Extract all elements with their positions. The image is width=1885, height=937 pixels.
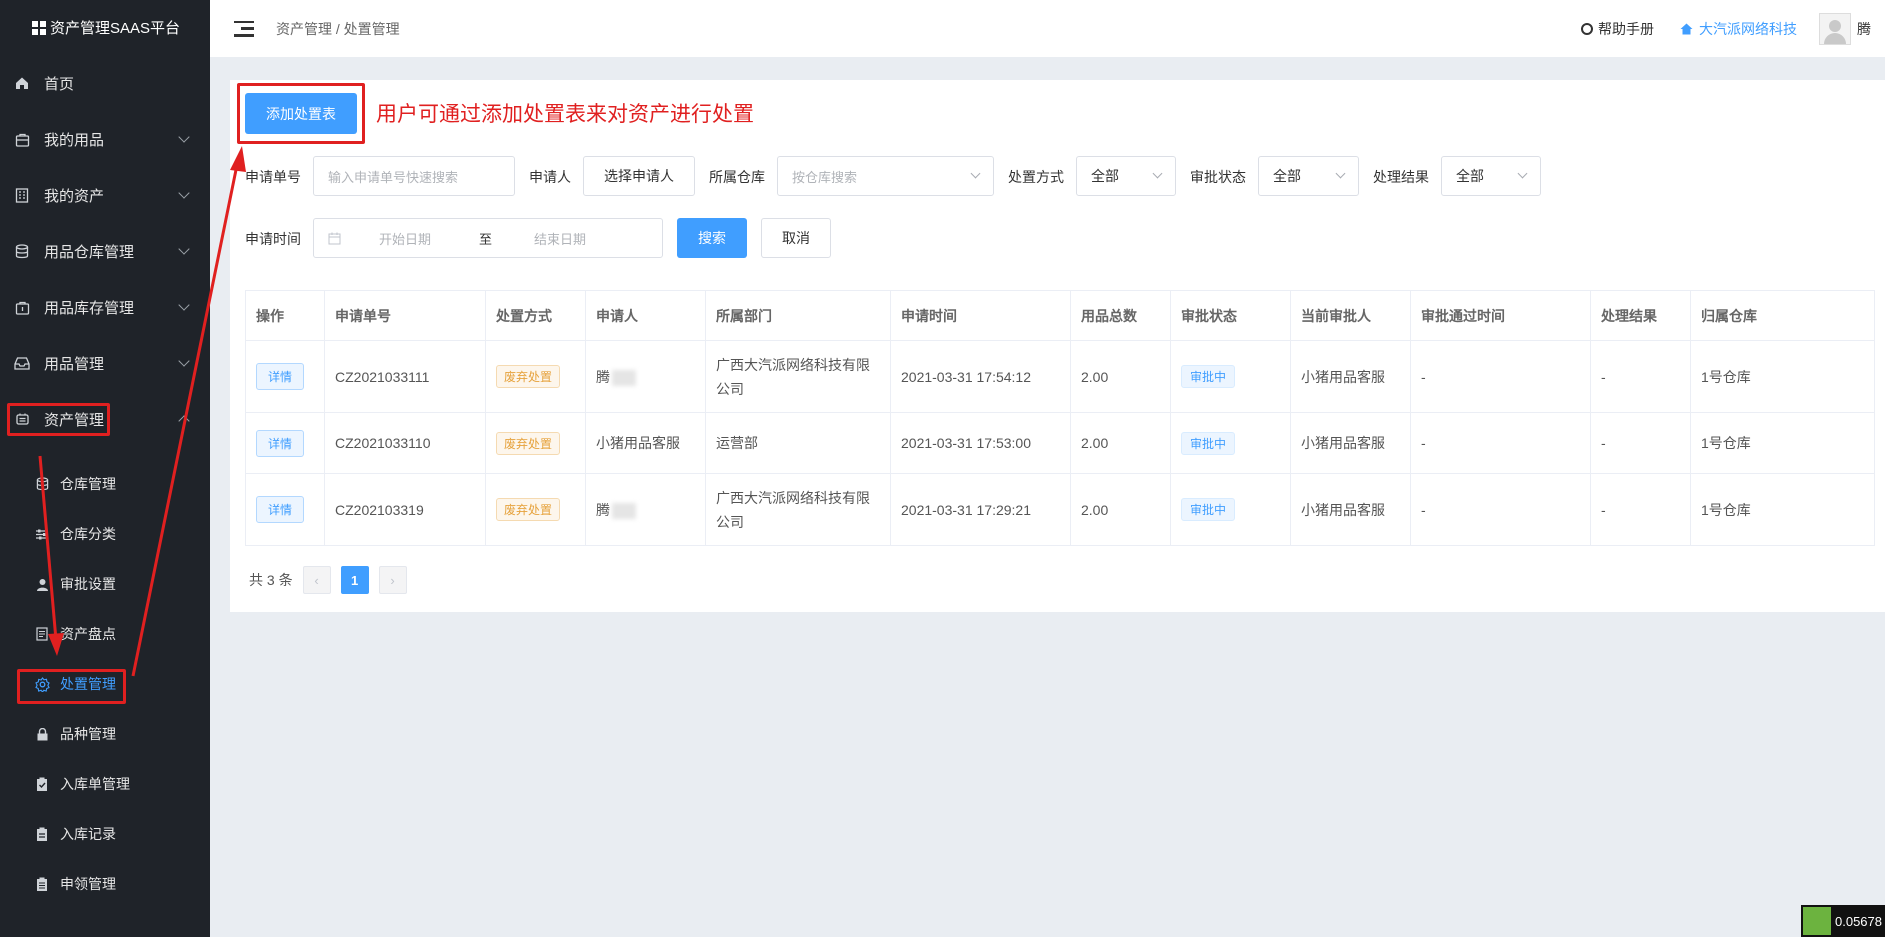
next-page-button[interactable]: › <box>378 566 407 594</box>
chevron-down-icon <box>970 168 981 179</box>
disposal-method-tag: 废弃处置 <box>496 498 561 521</box>
leaf-logo-icon <box>1803 907 1831 935</box>
page-number-button[interactable]: 1 <box>340 566 369 594</box>
column-header: 所属部门 <box>705 290 891 341</box>
pass-time-cell: - <box>1410 473 1591 546</box>
status-badge: 审批中 <box>1181 498 1236 521</box>
applicant-name: 腾 <box>596 501 610 518</box>
date-range-separator: 至 <box>479 231 493 247</box>
applicant-label: 申请人 <box>529 169 571 185</box>
order-no-input[interactable]: 输入申请单号快速搜索 <box>313 156 515 196</box>
pagination: 共 3 条 ‹ 1 › <box>249 566 407 594</box>
apply-time-cell: 2021-03-31 17:29:21 <box>890 473 1071 546</box>
table-row: 详情 CZ2021033110 废弃处置 小猪用品客服 运营部 2021-03-… <box>245 412 1875 474</box>
total-cell: 2.00 <box>1070 473 1171 546</box>
apply-time-cell: 2021-03-31 17:53:00 <box>890 412 1071 474</box>
chevron-down-icon <box>1517 168 1528 179</box>
column-header: 处理结果 <box>1590 290 1691 341</box>
start-date-input[interactable]: 开始日期 <box>379 229 431 248</box>
column-header: 申请人 <box>585 290 706 341</box>
chevron-down-icon <box>1152 168 1163 179</box>
department-cell: 运营部 <box>705 412 891 474</box>
result-select[interactable]: 全部 <box>1441 156 1541 196</box>
result-label: 处理结果 <box>1373 169 1429 185</box>
column-header: 申请单号 <box>324 290 486 341</box>
table-header-row: 操作 申请单号 处置方式 申请人 所属部门 申请时间 用品总数 审批状态 当前审… <box>245 290 1875 341</box>
approver-cell: 小猪用品客服 <box>1290 412 1411 474</box>
status-badge: 审批中 <box>1181 431 1236 455</box>
approval-status-value: 全部 <box>1273 168 1301 184</box>
table-row: 详情 CZ202103319 废弃处置 腾 广西大汽派网络科技有限公司 2021… <box>245 473 1875 546</box>
select-applicant-button[interactable]: 选择申请人 <box>583 156 695 196</box>
applicant-name: 腾 <box>596 368 610 385</box>
corner-text: 0.05678 <box>1835 913 1882 929</box>
warehouse-select[interactable]: 按仓库搜索 <box>777 156 994 196</box>
approver-cell: 小猪用品客服 <box>1290 473 1411 546</box>
approval-status-label: 审批状态 <box>1190 169 1246 185</box>
order-no-cell: CZ202103319 <box>324 473 486 546</box>
department-cell: 广西大汽派网络科技有限公司 <box>705 340 891 413</box>
department-cell: 广西大汽派网络科技有限公司 <box>705 473 891 546</box>
pass-time-cell: - <box>1410 412 1591 474</box>
warehouse-cell: 1号仓库 <box>1690 473 1875 546</box>
chevron-down-icon <box>1335 168 1346 179</box>
cancel-button[interactable]: 取消 <box>761 218 831 258</box>
column-header: 操作 <box>245 290 325 341</box>
warehouse-cell: 1号仓库 <box>1690 412 1875 474</box>
disposal-method-tag: 废弃处置 <box>496 431 561 455</box>
applicant-cell: 小猪用品客服 <box>585 412 706 474</box>
applicant-cell: 腾 <box>585 340 706 413</box>
arrow-head-up <box>230 146 246 172</box>
order-no-label: 申请单号 <box>245 169 301 185</box>
detail-button[interactable]: 详情 <box>256 496 305 523</box>
column-header: 归属仓库 <box>1690 290 1875 341</box>
order-no-cell: CZ2021033111 <box>324 340 486 413</box>
chevron-left-icon: ‹ <box>314 572 319 588</box>
applicant-cell: 腾 <box>585 473 706 546</box>
apply-time-cell: 2021-03-31 17:54:12 <box>890 340 1071 413</box>
status-badge: 审批中 <box>1181 365 1236 388</box>
calendar-icon <box>328 232 341 244</box>
warehouse-cell: 1号仓库 <box>1690 340 1875 413</box>
column-header: 处置方式 <box>485 290 586 341</box>
column-header: 当前审批人 <box>1290 290 1411 341</box>
column-header: 审批状态 <box>1170 290 1291 341</box>
total-cell: 2.00 <box>1070 340 1171 413</box>
date-range-picker[interactable]: 开始日期 至 结束日期 <box>313 218 663 258</box>
disposal-table: 操作 申请单号 处置方式 申请人 所属部门 申请时间 用品总数 审批状态 当前审… <box>245 290 1875 546</box>
order-no-cell: CZ2021033110 <box>324 412 486 474</box>
disposal-method-label: 处置方式 <box>1008 169 1064 185</box>
search-button[interactable]: 搜索 <box>677 218 747 258</box>
warehouse-label: 所属仓库 <box>709 169 765 185</box>
detail-button[interactable]: 详情 <box>256 429 305 457</box>
end-date-input[interactable]: 结束日期 <box>534 229 586 248</box>
column-header: 申请时间 <box>890 290 1071 341</box>
column-header: 用品总数 <box>1070 290 1171 341</box>
column-header: 审批通过时间 <box>1410 290 1591 341</box>
corner-widget: 0.05678 <box>1801 905 1885 937</box>
result-value: 全部 <box>1456 168 1484 184</box>
detail-button[interactable]: 详情 <box>256 363 305 390</box>
result-cell: - <box>1590 340 1691 413</box>
table-row: 详情 CZ2021033111 废弃处置 腾 广西大汽派网络科技有限公司 202… <box>245 340 1875 413</box>
result-cell: - <box>1590 412 1691 474</box>
redacted-blur <box>612 369 636 386</box>
result-cell: - <box>1590 473 1691 546</box>
approver-cell: 小猪用品客服 <box>1290 340 1411 413</box>
chevron-right-icon: › <box>390 572 395 588</box>
total-cell: 2.00 <box>1070 412 1171 474</box>
total-count: 共 3 条 <box>249 572 293 588</box>
apply-time-label: 申请时间 <box>245 231 301 247</box>
disposal-method-tag: 废弃处置 <box>496 365 561 388</box>
approval-status-select[interactable]: 全部 <box>1258 156 1359 196</box>
prev-page-button[interactable]: ‹ <box>302 566 331 594</box>
disposal-method-select[interactable]: 全部 <box>1076 156 1176 196</box>
disposal-method-value: 全部 <box>1091 168 1119 184</box>
warehouse-placeholder: 按仓库搜索 <box>792 169 858 185</box>
redacted-blur <box>612 502 636 519</box>
arrow-head-down <box>48 633 64 656</box>
pass-time-cell: - <box>1410 340 1591 413</box>
